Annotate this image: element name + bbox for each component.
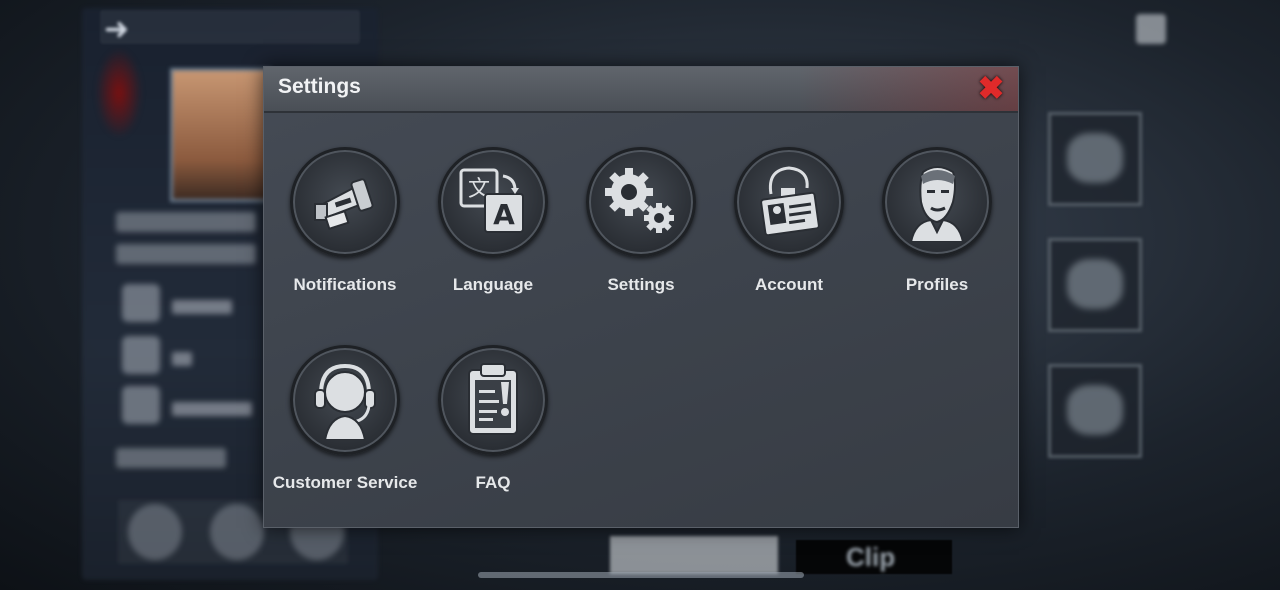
dialog-title: Settings xyxy=(278,75,361,98)
blood-splatter xyxy=(96,48,142,138)
settings-dialog: Settings ✖ Notifications 文 A Language Se… xyxy=(263,66,1019,528)
dialog-header: Settings xyxy=(264,67,1018,113)
background-blurred-row xyxy=(116,212,256,232)
menu-label: Profiles xyxy=(905,275,969,294)
back-arrow-icon: ➜ xyxy=(104,13,130,46)
background-stat-icon xyxy=(122,336,160,374)
id-badge-icon xyxy=(760,166,820,237)
svg-text:A: A xyxy=(493,198,515,231)
menu-label: Customer Service xyxy=(272,473,418,492)
portrait-icon xyxy=(909,166,965,242)
background-panel-header xyxy=(100,10,360,44)
menu-label: Language xyxy=(452,275,534,294)
home-indicator-bar xyxy=(478,572,804,578)
menu-label: Account xyxy=(755,275,823,294)
gears-icon xyxy=(605,168,674,233)
headset-icon xyxy=(314,363,376,440)
menu-item-account[interactable]: Account xyxy=(714,147,864,297)
background-blurred-row xyxy=(116,448,226,468)
menu-item-language[interactable]: 文 A Language xyxy=(418,147,568,297)
background-equipment-slot xyxy=(1048,364,1142,458)
background-bottom-button-light xyxy=(610,536,778,574)
menu-label: FAQ xyxy=(475,473,511,492)
megaphone-icon xyxy=(314,178,374,231)
background-bottom-button xyxy=(128,504,182,560)
background-clip-label: Clip xyxy=(846,542,896,572)
background-commander-portrait xyxy=(170,68,272,202)
background-stat-icon xyxy=(122,386,160,424)
background-stat-value xyxy=(172,402,252,416)
menu-label: Settings xyxy=(607,275,675,294)
background-stat-icon xyxy=(122,284,160,322)
background-equipment-slot xyxy=(1048,238,1142,332)
background-equipment-slot xyxy=(1048,112,1142,206)
menu-item-customer-service[interactable]: Customer Service xyxy=(270,345,420,495)
background-stat-value xyxy=(172,352,192,366)
menu-item-faq[interactable]: FAQ xyxy=(418,345,568,495)
menu-item-profiles[interactable]: Profiles xyxy=(862,147,1012,297)
menu-label: Notifications xyxy=(293,275,397,294)
background-top-right-icon xyxy=(1136,14,1166,44)
translate-icon: 文 A xyxy=(459,168,524,233)
background-clip-button: Clip xyxy=(796,540,952,574)
background-blurred-row xyxy=(116,244,256,264)
menu-item-notifications[interactable]: Notifications xyxy=(270,147,420,297)
close-button[interactable]: ✖ xyxy=(976,72,1006,104)
clipboard-icon xyxy=(468,363,518,435)
background-bottom-button xyxy=(210,504,264,560)
menu-item-settings[interactable]: Settings xyxy=(566,147,716,297)
background-stat-value xyxy=(172,300,232,314)
